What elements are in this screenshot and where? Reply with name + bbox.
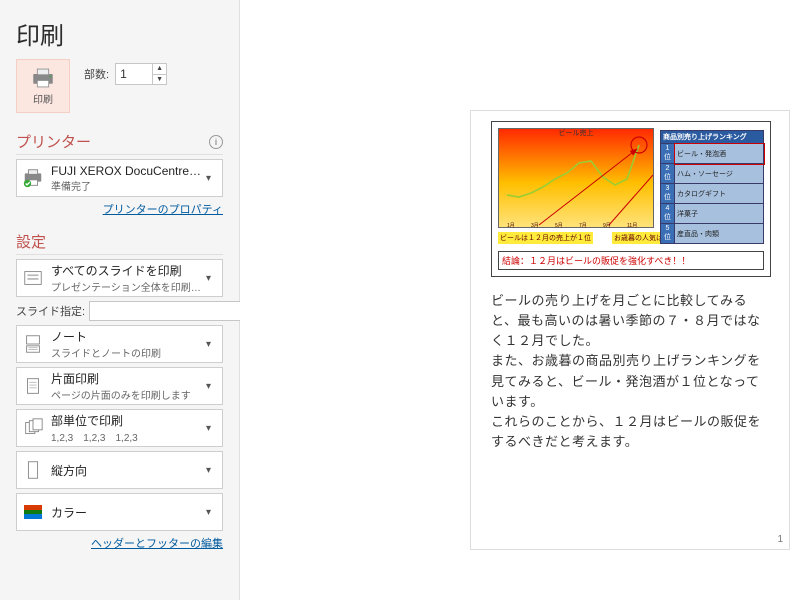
what-title: すべてのスライドを印刷 [51,262,204,279]
sides-title: 片面印刷 [51,370,204,387]
print-button[interactable]: 印刷 [16,59,70,113]
chevron-down-icon: ▾ [206,507,222,518]
chevron-down-icon: ▾ [206,381,222,392]
chart-caption-1: ビールは１２月の売上が１位 [498,232,593,244]
slide-range-input[interactable] [89,301,241,321]
printer-status: 準備完了 [51,178,204,193]
copies-value: 1 [116,67,152,81]
one-sided-icon [22,375,44,397]
chart-area: ビール売上 1月3月5月7月9月11月 [498,128,654,228]
orient-title: 縦方向 [51,462,204,479]
svg-text:3月: 3月 [531,223,539,229]
printer-ready-icon [22,167,44,189]
color-select[interactable]: カラー ▾ [16,493,223,531]
table-row: 4位洋菓子 [661,204,764,224]
notes-layout-icon [22,333,44,355]
collate-select[interactable]: 部単位で印刷 1,2,3 1,2,3 1,2,3 ▾ [16,409,223,447]
collate-icon [22,417,44,439]
chevron-down-icon: ▾ [206,339,222,350]
what-sub: プレゼンテーション全体を印刷し… [51,279,204,294]
chevron-down-icon: ▾ [206,465,222,476]
svg-text:9月: 9月 [603,223,611,229]
rank-header: 商品別売り上げランキング [661,131,764,144]
portrait-icon [22,459,44,481]
table-row: 3位カタログギフト [661,184,764,204]
svg-text:7月: 7月 [579,223,587,229]
chevron-down-icon: ▾ [206,423,222,434]
orientation-select[interactable]: 縦方向 ▾ [16,451,223,489]
table-row: 5位産直品・肉類 [661,224,764,244]
what-to-print-select[interactable]: すべてのスライドを印刷 プレゼンテーション全体を印刷し… ▾ [16,259,223,297]
copies-up[interactable]: ▲ [153,64,166,75]
print-preview: ビール売上 1月3月5月7月9月11月 ビールは１２月の売上が１位 お歳暮の人気… [240,0,800,600]
ranking-table: 商品別売り上げランキング 1位ビール・発泡酒 2位ハム・ソーセージ 3位カタログ… [660,130,764,244]
chevron-down-icon: ▾ [206,273,222,284]
layout-select[interactable]: ノート スライドとノートの印刷 ▾ [16,325,223,363]
sides-select[interactable]: 片面印刷 ページの片面のみを印刷します ▾ [16,367,223,405]
table-row: 2位ハム・ソーセージ [661,164,764,184]
conclusion-box: 結論：１２月はビールの販促を強化すべき！！ [498,251,764,270]
slide-range-label: スライド指定: [16,303,85,319]
copies-stepper[interactable]: 1 ▲ ▼ [115,63,167,85]
printer-icon [30,67,56,89]
printer-properties-link[interactable]: プリンターのプロパティ [103,204,223,216]
copies-down[interactable]: ▼ [153,75,166,85]
color-title: カラー [51,504,204,521]
svg-text:1月: 1月 [507,223,515,229]
page-number: 1 [777,534,783,545]
table-row: 1位ビール・発泡酒 [661,144,764,164]
collate-title: 部単位で印刷 [51,412,204,429]
svg-text:5月: 5月 [555,223,563,229]
header-footer-link[interactable]: ヘッダーとフッターの編集 [91,538,223,550]
collate-sub: 1,2,3 1,2,3 1,2,3 [51,429,204,444]
svg-text:11月: 11月 [627,223,637,229]
sides-sub: ページの片面のみを印刷します [51,387,204,402]
layout-sub: スライドとノートの印刷 [51,345,204,360]
printer-name: FUJI XEROX DocuCentre… [51,164,204,178]
color-icon [24,505,42,519]
chevron-down-icon: ▾ [206,173,222,184]
notes-text: ビールの売り上げを月ごとに比較してみると、最も高いのは暑い季節の７・８月ではなく… [491,291,769,452]
slide-thumbnail: ビール売上 1月3月5月7月9月11月 ビールは１２月の売上が１位 お歳暮の人気… [491,121,771,277]
printer-info-icon[interactable]: i [209,135,223,149]
printer-select[interactable]: FUJI XEROX DocuCentre… 準備完了 ▾ [16,159,223,197]
preview-page: ビール売上 1月3月5月7月9月11月 ビールは１２月の売上が１位 お歳暮の人気… [470,110,790,550]
layout-title: ノート [51,328,204,345]
settings-heading: 設定 [16,231,46,252]
print-button-label: 印刷 [33,91,53,106]
page-title: 印刷 [16,16,223,51]
slides-all-icon [22,267,44,289]
printer-heading: プリンター [16,131,91,152]
copies-label: 部数: [84,66,109,82]
